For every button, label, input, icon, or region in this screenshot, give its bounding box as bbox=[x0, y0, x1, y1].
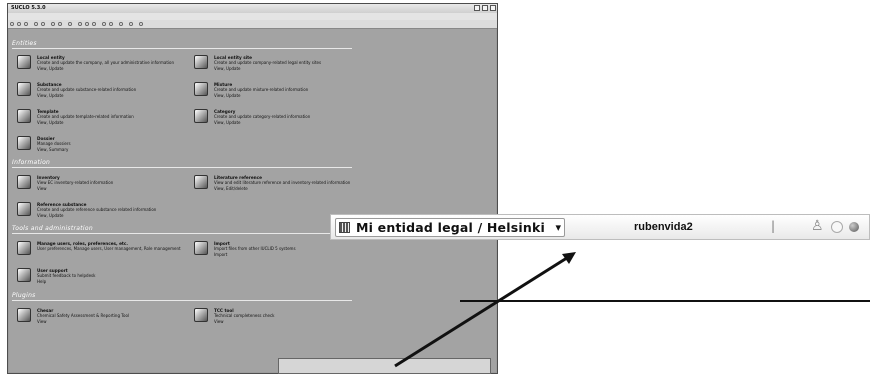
legal-entity-selector[interactable]: Mi entidad legal / Helsinki / Finla ▾ bbox=[335, 218, 565, 237]
user-icon[interactable]: ♙ bbox=[811, 218, 824, 234]
zoomed-status-bar: Mi entidad legal / Helsinki / Finla ▾ ru… bbox=[330, 214, 870, 240]
legal-entity-icon bbox=[339, 222, 350, 233]
legal-entity-value: Mi entidad legal / Helsinki / Finla bbox=[356, 220, 546, 235]
callout-arrow bbox=[394, 252, 576, 368]
separator: | bbox=[771, 219, 776, 233]
username-label: rubenvida2 bbox=[634, 221, 693, 233]
status-empty-icon bbox=[831, 221, 843, 233]
arrow-shaft bbox=[394, 254, 571, 368]
dropdown-arrow-icon[interactable]: ▾ bbox=[555, 221, 561, 234]
status-connected-icon bbox=[849, 222, 859, 232]
